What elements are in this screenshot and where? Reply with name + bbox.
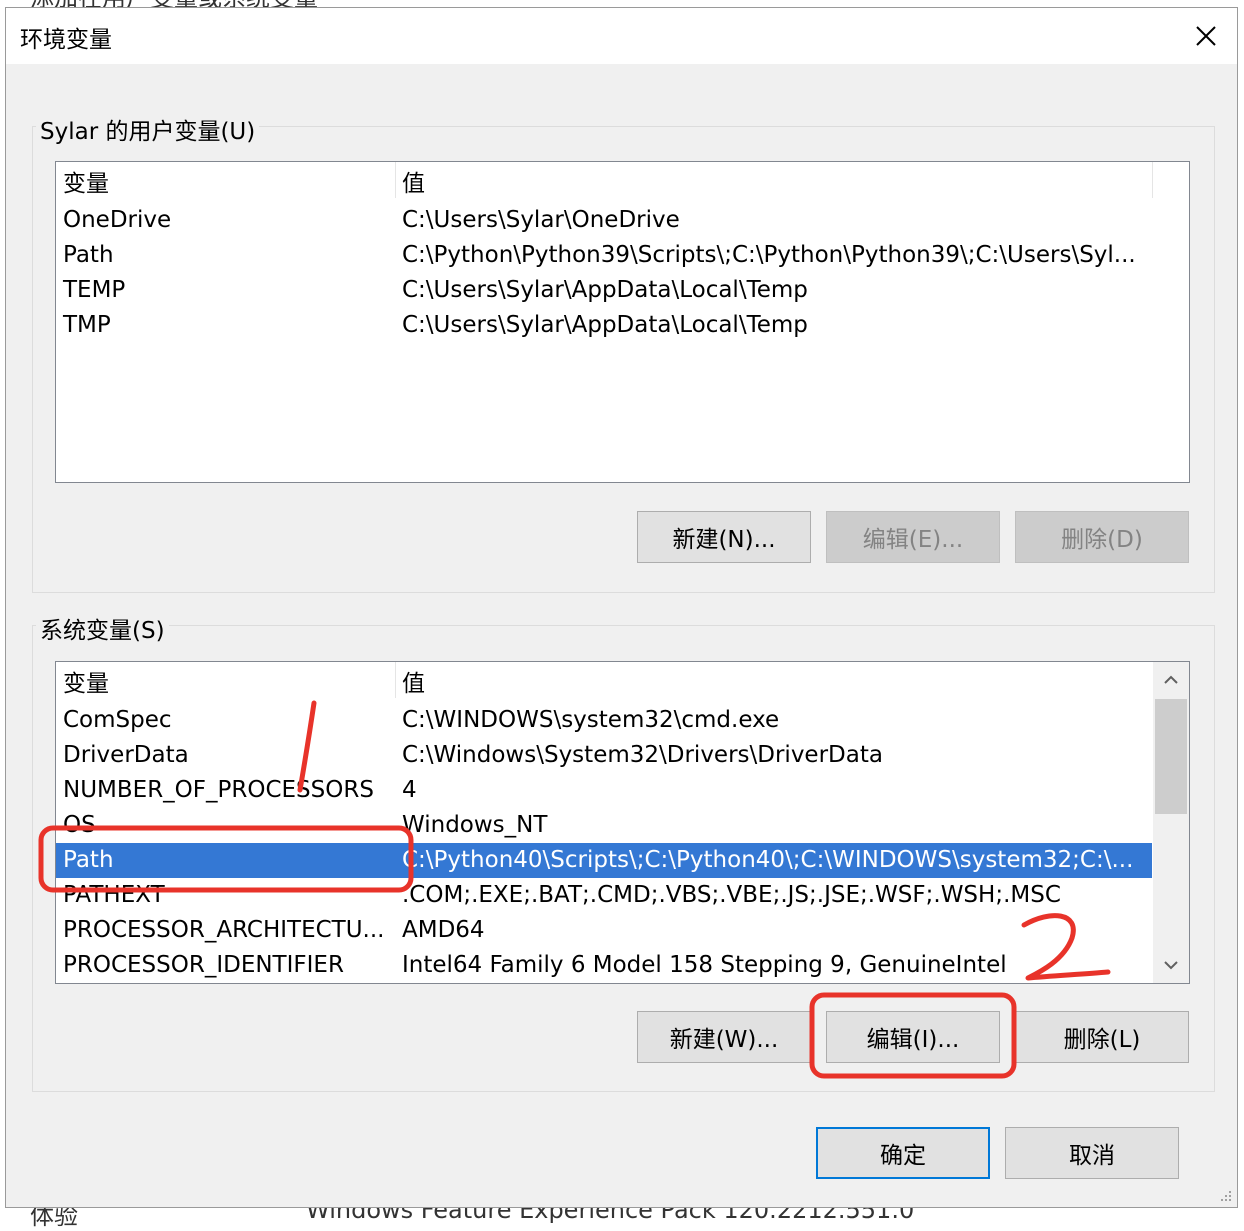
list-header[interactable]: 变量 值 <box>56 667 1152 702</box>
list-item-selected[interactable]: Path C:\Python40\Scripts\;C:\Python40\;C… <box>56 843 1152 878</box>
environment-variables-dialog: 环境变量 Sylar 的用户变量(U) 变量 值 OneDrive C:\Use… <box>5 7 1238 1208</box>
variable-name: TMP <box>63 312 111 338</box>
variable-value: C:\Python40\Scripts\;C:\Python40\;C:\WIN… <box>402 847 1134 873</box>
header-variable[interactable]: 变量 <box>63 667 109 702</box>
variable-name: PATHEXT <box>63 882 165 908</box>
list-item[interactable]: OS Windows_NT <box>56 808 1152 843</box>
variable-value: 4 <box>402 777 417 803</box>
list-item[interactable]: PATHEXT .COM;.EXE;.BAT;.CMD;.VBS;.VBE;.J… <box>56 878 1152 913</box>
list-item[interactable]: TEMP C:\Users\Sylar\AppData\Local\Temp <box>56 273 1189 308</box>
variable-name: NUMBER_OF_PROCESSORS <box>63 777 374 803</box>
list-item[interactable]: Path C:\Python\Python39\Scripts\;C:\Pyth… <box>56 238 1189 273</box>
list-item[interactable]: NUMBER_OF_PROCESSORS 4 <box>56 773 1152 808</box>
dialog-title: 环境变量 <box>20 27 112 53</box>
list-item[interactable]: PROCESSOR_ARCHITECTU... AMD64 <box>56 913 1152 948</box>
variable-name: OneDrive <box>63 207 172 233</box>
variable-name: PROCESSOR_ARCHITECTU... <box>63 917 385 943</box>
variable-name: OS <box>63 812 96 838</box>
variable-value: .COM;.EXE;.BAT;.CMD;.VBS;.VBE;.JS;.JSE;.… <box>402 882 1061 908</box>
list-item[interactable]: OneDrive C:\Users\Sylar\OneDrive <box>56 203 1189 238</box>
list-item[interactable]: PROCESSOR_IDENTIFIER Intel64 Family 6 Mo… <box>56 948 1152 983</box>
variable-name: PROCESSOR_IDENTIFIER <box>63 952 344 978</box>
close-button[interactable] <box>1175 8 1237 64</box>
scrollbar-thumb[interactable] <box>1155 699 1187 814</box>
variable-value: AMD64 <box>402 917 485 943</box>
variable-value: C:\Users\Sylar\AppData\Local\Temp <box>402 277 808 303</box>
scroll-up-button[interactable] <box>1153 662 1189 698</box>
variable-value: C:\Users\Sylar\AppData\Local\Temp <box>402 312 808 338</box>
user-new-button[interactable]: 新建(N)... <box>637 511 811 563</box>
list-item[interactable]: ComSpec C:\WINDOWS\system32\cmd.exe <box>56 703 1152 738</box>
user-edit-button[interactable]: 编辑(E)... <box>826 511 1000 563</box>
variable-value: C:\Python\Python39\Scripts\;C:\Python\Py… <box>402 242 1136 268</box>
variable-value: C:\WINDOWS\system32\cmd.exe <box>402 707 780 733</box>
variable-name: DriverData <box>63 742 189 768</box>
system-variables-label: 系统变量(S) <box>36 611 169 645</box>
list-item[interactable]: DriverData C:\Windows\System32\Drivers\D… <box>56 738 1152 773</box>
close-icon <box>1196 26 1216 46</box>
header-variable[interactable]: 变量 <box>63 167 109 202</box>
system-new-button[interactable]: 新建(W)... <box>637 1011 811 1063</box>
user-variables-label: Sylar 的用户变量(U) <box>36 112 260 146</box>
cancel-button[interactable]: 取消 <box>1005 1127 1179 1179</box>
resize-grip-icon[interactable] <box>1217 1187 1233 1203</box>
header-value[interactable]: 值 <box>402 667 425 702</box>
variable-value: Intel64 Family 6 Model 158 Stepping 9, G… <box>402 952 1007 978</box>
user-variables-list[interactable]: 变量 值 OneDrive C:\Users\Sylar\OneDrive Pa… <box>55 161 1190 483</box>
variable-name: Path <box>63 847 114 873</box>
variable-value: C:\Users\Sylar\OneDrive <box>402 207 680 233</box>
system-delete-button[interactable]: 删除(L) <box>1015 1011 1189 1063</box>
variable-value: C:\Windows\System32\Drivers\DriverData <box>402 742 883 768</box>
chevron-up-icon <box>1164 675 1178 684</box>
scroll-down-button[interactable] <box>1153 947 1189 983</box>
variable-name: ComSpec <box>63 707 172 733</box>
title-bar: 环境变量 <box>6 8 1237 64</box>
chevron-down-icon <box>1164 961 1178 970</box>
header-value[interactable]: 值 <box>402 167 425 202</box>
variable-value: Windows_NT <box>402 812 548 838</box>
user-delete-button[interactable]: 删除(D) <box>1015 511 1189 563</box>
ok-button[interactable]: 确定 <box>816 1127 990 1179</box>
variable-name: Path <box>63 242 114 268</box>
list-header[interactable]: 变量 值 <box>56 167 1189 202</box>
variable-name: TEMP <box>63 277 126 303</box>
system-edit-button[interactable]: 编辑(I)... <box>826 1011 1000 1063</box>
system-variables-list[interactable]: 变量 值 ComSpec C:\WINDOWS\system32\cmd.exe… <box>55 661 1190 984</box>
vertical-scrollbar[interactable] <box>1153 662 1189 983</box>
list-item[interactable]: TMP C:\Users\Sylar\AppData\Local\Temp <box>56 308 1189 343</box>
